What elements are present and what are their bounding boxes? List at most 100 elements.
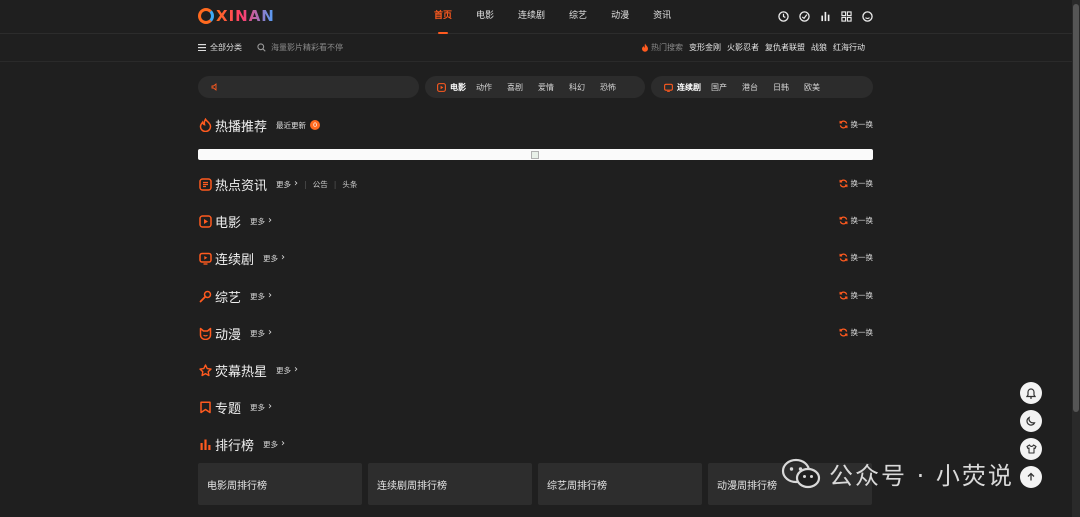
section-hot: 热播推荐 最近更新 0 换一换 [198, 115, 873, 135]
more-link[interactable]: 更多 [250, 402, 272, 413]
more-link[interactable]: 更多 [263, 253, 285, 264]
filter-tag[interactable]: 欧美 [804, 82, 820, 93]
chat-icon[interactable] [798, 10, 811, 23]
notification-button[interactable] [1020, 382, 1042, 404]
nav-item-series[interactable]: 连续剧 [518, 0, 545, 34]
logo-mark-icon [198, 8, 214, 24]
movie-filter-pill: 电影 动作 喜剧 爱情 科幻 恐怖 [425, 76, 645, 98]
movie-filter-head[interactable]: 电影 [437, 82, 466, 93]
rank-card-variety[interactable]: 综艺周排行榜 [538, 463, 702, 505]
hot-keyword[interactable]: 红海行动 [833, 42, 865, 53]
hot-keyword[interactable]: 变形金刚 [689, 42, 721, 53]
moon-icon [1026, 416, 1036, 426]
section-title: 动漫 [215, 327, 242, 343]
logo-text: XINAN [216, 7, 275, 25]
face-icon[interactable] [861, 10, 874, 23]
section-news: 热点资讯 更多 | 公告 | 头条 换一换 [198, 174, 873, 194]
menu-icon [198, 44, 206, 51]
cat-face-icon [198, 326, 212, 340]
refresh-button[interactable]: 换一换 [839, 290, 873, 301]
filter-tag[interactable]: 国产 [711, 82, 727, 93]
hot-keyword[interactable]: 火影忍者 [727, 42, 759, 53]
section-stars: 荧幕热星 更多 [198, 360, 873, 380]
grid-icon[interactable] [840, 10, 853, 23]
hot-search-label: 热门搜索 [641, 42, 683, 53]
section-series: 连续剧 更多 换一换 [198, 248, 873, 268]
refresh-icon [839, 291, 847, 300]
more-link[interactable]: 更多 [250, 328, 272, 339]
refresh-icon [839, 216, 847, 225]
recent-updates-link[interactable]: 最近更新 [276, 120, 306, 131]
all-categories-button[interactable]: 全部分类 [198, 42, 242, 53]
more-link[interactable]: 更多 [276, 179, 298, 190]
section-topics: 专题 更多 [198, 397, 873, 417]
section-ranking: 排行榜 更多 [198, 434, 873, 454]
bar-chart-icon[interactable] [819, 10, 832, 23]
section-title: 专题 [215, 401, 242, 417]
nav-item-variety[interactable]: 综艺 [569, 0, 587, 34]
notice-pill[interactable] [198, 76, 419, 98]
main-nav: 首页 电影 连续剧 综艺 动漫 资讯 [434, 0, 695, 34]
dark-mode-toggle[interactable] [1020, 410, 1042, 432]
section-title: 热播推荐 [215, 119, 268, 135]
rank-card-series[interactable]: 连续剧周排行榜 [368, 463, 532, 505]
clock-icon[interactable] [777, 10, 790, 23]
more-link[interactable]: 更多 [250, 216, 272, 227]
theme-skin-button[interactable] [1020, 438, 1042, 460]
more-link[interactable]: 更多 [276, 365, 298, 376]
all-categories-label: 全部分类 [210, 43, 242, 52]
arrow-up-icon [1027, 472, 1035, 481]
refresh-icon [839, 253, 847, 262]
series-filter-head[interactable]: 连续剧 [664, 82, 701, 93]
more-link[interactable]: 更多 [250, 291, 272, 302]
update-count-badge: 0 [310, 120, 321, 130]
category-search-bar: 全部分类 海量影片精彩看不停 热门搜索 变形金刚 火影忍者 复仇者联盟 战狼 红… [0, 34, 1080, 62]
nav-item-anime[interactable]: 动漫 [611, 0, 629, 34]
section-title: 热点资讯 [215, 178, 268, 194]
filter-tag[interactable]: 动作 [476, 82, 492, 93]
news-link-headline[interactable]: 头条 [342, 179, 357, 190]
tv-icon [664, 83, 673, 92]
filter-tag[interactable]: 港台 [742, 82, 758, 93]
watermark-text: 公众号 · 小荧说 [829, 462, 1014, 490]
star-icon [198, 363, 212, 377]
news-icon [198, 177, 212, 191]
nav-item-movie[interactable]: 电影 [476, 0, 494, 34]
more-link[interactable]: 更多 [263, 439, 285, 450]
flame-icon [642, 43, 648, 52]
section-title: 综艺 [215, 290, 242, 306]
play-box-icon [198, 214, 212, 228]
filter-tag[interactable]: 科幻 [569, 82, 585, 93]
hot-keyword[interactable]: 复仇者联盟 [765, 42, 805, 53]
section-title: 排行榜 [215, 438, 255, 454]
news-link-announcement[interactable]: 公告 [313, 179, 328, 190]
refresh-button[interactable]: 换一换 [839, 327, 873, 338]
search-input[interactable]: 海量影片精彩看不停 [257, 42, 343, 53]
play-box-icon [437, 82, 446, 92]
refresh-button[interactable]: 换一换 [839, 119, 873, 130]
filter-tag[interactable]: 爱情 [538, 82, 554, 93]
refresh-icon [839, 179, 847, 188]
nav-item-news[interactable]: 资讯 [653, 0, 671, 34]
refresh-icon [839, 328, 847, 337]
scrollbar-thumb[interactable] [1073, 4, 1079, 412]
divider: | [333, 179, 337, 189]
section-title: 连续剧 [215, 252, 255, 268]
back-to-top-button[interactable] [1020, 466, 1042, 488]
shirt-icon [1025, 444, 1037, 454]
filter-tag[interactable]: 喜剧 [507, 82, 523, 93]
hot-keyword[interactable]: 战狼 [811, 42, 827, 53]
refresh-button[interactable]: 换一换 [839, 215, 873, 226]
rank-card-movie[interactable]: 电影周排行榜 [198, 463, 362, 505]
section-title: 电影 [215, 215, 242, 231]
refresh-button[interactable]: 换一换 [839, 178, 873, 189]
refresh-button[interactable]: 换一换 [839, 252, 873, 263]
nav-item-home[interactable]: 首页 [434, 0, 452, 34]
microphone-icon [198, 289, 212, 303]
site-logo[interactable]: XINAN [198, 7, 275, 25]
filter-tag[interactable]: 恐怖 [600, 82, 616, 93]
wechat-watermark: 公众号 · 小荧说 [781, 456, 1014, 491]
wechat-logo-icon [781, 458, 821, 488]
filter-tag[interactable]: 日韩 [773, 82, 789, 93]
bookmark-icon [198, 400, 212, 414]
